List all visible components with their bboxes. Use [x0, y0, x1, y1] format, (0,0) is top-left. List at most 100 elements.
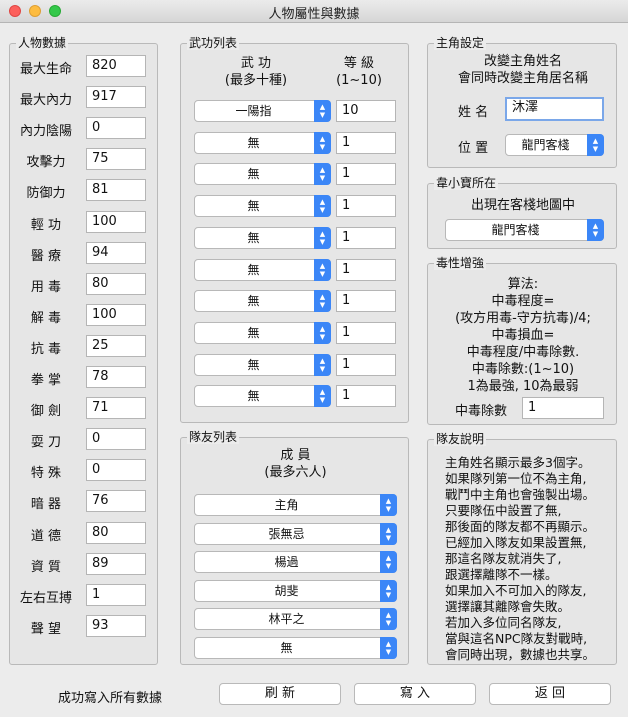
protagonist-position-value: 龍門客棧 [521, 138, 570, 152]
team-note-line: 已經加入隊友如果設置無, [445, 535, 587, 550]
popup-arrows-icon: ▲ ▼ [380, 522, 397, 545]
stat-value-input[interactable]: 0 [86, 459, 146, 482]
stat-value-input[interactable]: 917 [86, 86, 146, 109]
stat-label: 抗 毒 [30, 341, 62, 357]
team-note-line: 會同時出現，數據也共享。 [445, 647, 596, 662]
martial-skill-select-value: 無 [247, 262, 260, 277]
stat-value-input[interactable]: 89 [86, 552, 146, 575]
write-button[interactable]: 寫 入 [354, 683, 476, 705]
martial-level-input[interactable]: 1 [336, 226, 396, 249]
protagonist-note-line: 改變主角姓名 [483, 54, 562, 69]
stat-value-input[interactable]: 93 [86, 614, 146, 637]
stat-value-input[interactable]: 100 [86, 303, 146, 326]
poison-divisor-input[interactable]: 1 [522, 397, 604, 419]
poison-formula: 算法: 中毒程度= (攻方用毒-守方抗毒)/4; 中毒損血= 中毒程度/中毒除數. 中毒除… [428, 276, 618, 395]
team-note-line: 跟選擇離隊不一樣。 [445, 567, 558, 582]
popup-arrows-icon: ▲ ▼ [380, 551, 397, 574]
team-column-header: 成 員 (最多六人) [181, 447, 410, 481]
stat-label: 內力陰陽 [19, 124, 72, 140]
martial-level-input[interactable]: 1 [336, 290, 396, 313]
team-note-line: 只要隊伍中設置了無, [445, 503, 562, 518]
martial-skill-select[interactable]: 無 ▲ ▼ [194, 195, 331, 218]
back-button[interactable]: 返 回 [489, 683, 611, 705]
martial-level-input[interactable]: 1 [336, 131, 396, 154]
team-member-select[interactable]: 無 ▲ ▼ [194, 637, 397, 659]
martial-skill-select[interactable]: 無 ▲ ▼ [194, 226, 331, 249]
team-note-line: 選擇讓其離隊會失敗。 [445, 599, 571, 614]
stat-value-input[interactable]: 0 [86, 428, 146, 451]
stat-label: 資 質 [30, 559, 62, 575]
team-member-select[interactable]: 張無忌 ▲ ▼ [194, 522, 397, 545]
team-member-select-value: 張無忌 [268, 526, 305, 541]
stat-value-input[interactable]: 25 [86, 334, 146, 357]
stat-label: 特 殊 [30, 466, 62, 482]
poison-formula-line: 中毒程度= [491, 294, 555, 309]
martial-skill-select[interactable]: 無 ▲ ▼ [194, 131, 331, 154]
protagonist-position-select[interactable]: 龍門客棧 ▲ ▼ [505, 134, 604, 156]
martial-skill-select[interactable]: 無 ▲ ▼ [194, 258, 331, 281]
stat-label: 攻擊力 [26, 155, 66, 171]
team-member-select[interactable]: 胡斐 ▲ ▼ [194, 579, 397, 602]
protagonist-panel-title: 主角設定 [434, 36, 487, 50]
level-column-title: 等 級 [343, 56, 375, 71]
level-column-header: 等 級 (1~10) [324, 55, 394, 89]
martial-skill-select-value: 無 [247, 294, 260, 309]
stat-label: 解 毒 [30, 310, 62, 326]
stat-value-input[interactable]: 76 [86, 490, 146, 513]
wei-location-panel: 韋小寶所在 出現在客棧地圖中 龍門客棧 ▲ ▼ [427, 176, 617, 249]
stat-value-input[interactable]: 75 [86, 148, 146, 171]
skill-column-subtitle: (最多十種) [224, 73, 288, 88]
martial-skill-select[interactable]: 無 ▲ ▼ [194, 385, 331, 408]
martial-level-input[interactable]: 1 [336, 163, 396, 186]
stat-value-input[interactable]: 94 [86, 241, 146, 264]
refresh-button[interactable]: 刷 新 [219, 683, 341, 705]
wei-location-note: 出現在客棧地圖中 [470, 198, 575, 213]
team-member-select[interactable]: 楊過 ▲ ▼ [194, 551, 397, 574]
team-note-panel: 隊友說明 主角姓名顯示最多3個字。 如果隊列第一位不為主角, 戰鬥中主角也會強製出場… [427, 432, 617, 665]
team-note-line: 那這名隊友就消失了, [445, 551, 562, 566]
popup-arrows-icon: ▲ ▼ [587, 219, 604, 241]
protagonist-name-input[interactable]: 沐澤 [505, 97, 604, 121]
martial-skill-select[interactable]: 一陽指 ▲ ▼ [194, 100, 331, 122]
stat-value-input[interactable]: 81 [86, 179, 146, 202]
wei-location-panel-title: 韋小寶所在 [434, 176, 499, 190]
team-note-text: 主角姓名顯示最多3個字。 如果隊列第一位不為主角, 戰鬥中主角也會強製出場。 只要隊伍… [445, 455, 615, 663]
popup-arrows-icon: ▲ ▼ [314, 226, 331, 249]
stat-value-input[interactable]: 78 [86, 366, 146, 388]
stat-value-input[interactable]: 1 [86, 583, 146, 606]
team-member-select[interactable]: 林平之 ▲ ▼ [194, 608, 397, 631]
martial-skill-select[interactable]: 無 ▲ ▼ [194, 321, 331, 344]
stat-label: 醫 療 [30, 248, 62, 264]
stat-label: 最大生命 [19, 62, 72, 77]
poison-formula-line: (攻方用毒-守方抗毒)/4; [455, 311, 591, 326]
wei-location-select[interactable]: 龍門客棧 ▲ ▼ [445, 219, 604, 241]
stat-value-input[interactable]: 80 [86, 272, 146, 295]
status-message: 成功寫入所有數據 [58, 691, 163, 706]
popup-arrows-icon: ▲ ▼ [314, 131, 331, 154]
martial-arts-panel: 武功列表 武 功 (最多十種) 等 級 (1~10) 一陽指 ▲ ▼ 10 無 ▲ ▼ 1 無 ▲… [180, 36, 409, 423]
stat-label: 防御力 [26, 186, 66, 202]
stat-value-input[interactable]: 820 [86, 55, 146, 77]
stat-label: 拳 掌 [30, 373, 62, 388]
protagonist-note-line: 會同時改變主角居名稱 [457, 71, 588, 86]
stat-value-input[interactable]: 71 [86, 397, 146, 420]
martial-level-input[interactable]: 1 [336, 258, 396, 281]
martial-level-input[interactable]: 1 [336, 353, 396, 376]
martial-level-input[interactable]: 1 [336, 385, 396, 408]
martial-level-input[interactable]: 10 [336, 100, 396, 122]
stat-value-input[interactable]: 0 [86, 117, 146, 140]
stat-value-input[interactable]: 100 [86, 210, 146, 233]
stat-value-input[interactable]: 80 [86, 521, 146, 544]
martial-level-input[interactable]: 1 [336, 195, 396, 218]
team-member-select[interactable]: 主角 ▲ ▼ [194, 494, 397, 516]
martial-skill-select[interactable]: 無 ▲ ▼ [194, 290, 331, 313]
martial-skill-select-value: 無 [247, 325, 260, 340]
protagonist-note: 改變主角姓名 會同時改變主角居名稱 [428, 53, 618, 87]
stat-label: 聲 望 [30, 621, 62, 637]
martial-skill-select[interactable]: 無 ▲ ▼ [194, 353, 331, 376]
martial-skill-select[interactable]: 無 ▲ ▼ [194, 163, 331, 186]
stat-label: 道 德 [30, 528, 62, 544]
martial-level-input[interactable]: 1 [336, 321, 396, 344]
stat-label: 耍 刀 [30, 435, 62, 451]
team-note-line: 那後面的隊友都不再顯示。 [445, 519, 596, 534]
